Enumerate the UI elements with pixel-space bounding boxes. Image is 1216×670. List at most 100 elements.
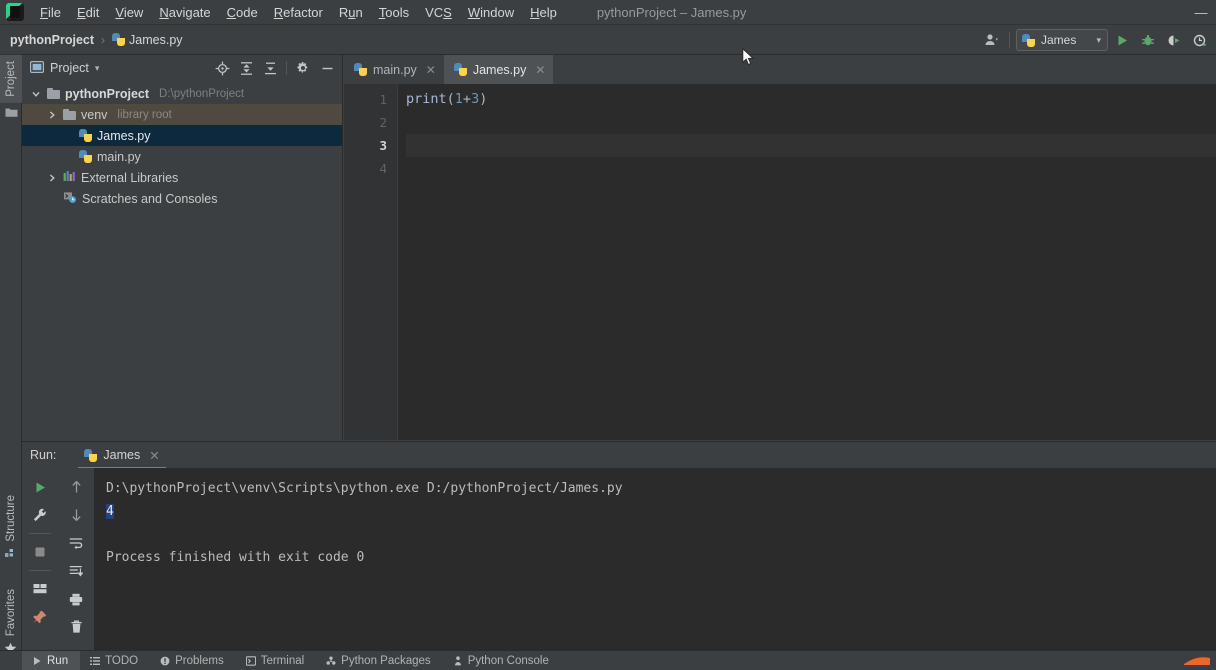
sidebar-item-project[interactable]: Project	[0, 55, 22, 103]
menu-item-tools[interactable]: Tools	[371, 2, 417, 23]
scroll-to-end-button[interactable]	[63, 558, 89, 584]
chevron-down-icon: ▾	[94, 62, 100, 73]
editor-code[interactable]: print(1+3)	[398, 84, 1216, 440]
close-icon[interactable]: ✕	[426, 63, 436, 77]
tree-node-main-py[interactable]: main.py	[22, 146, 342, 167]
close-icon[interactable]: ✕	[535, 63, 545, 77]
editor-area: main.py ✕ James.py ✕ 1234 print(1+3)	[344, 55, 1216, 440]
stop-button[interactable]	[27, 539, 53, 565]
navigation-bar: pythonProject › James.py James ▾	[0, 25, 1216, 55]
left-tool-rail: Project Structure Favorites	[0, 55, 22, 670]
arrow-up-icon[interactable]	[63, 474, 89, 500]
bottom-bar-run[interactable]: Run	[22, 651, 81, 670]
menu-item-edit[interactable]: Edit	[69, 2, 107, 23]
clear-all-button[interactable]	[63, 614, 89, 640]
run-configuration-selector[interactable]: James ▾	[1016, 29, 1108, 51]
code-line[interactable]	[406, 157, 1216, 180]
scratches-icon	[63, 191, 77, 207]
run-config-label: James	[1041, 33, 1077, 47]
python-file-icon	[354, 63, 367, 76]
editor-tab-James-py[interactable]: James.py ✕	[443, 55, 554, 84]
code-line[interactable]	[406, 134, 1216, 157]
menu-item-view[interactable]: View	[107, 2, 151, 23]
hide-panel-icon[interactable]	[316, 58, 338, 78]
menu-item-code[interactable]: Code	[219, 2, 266, 23]
folder-icon	[47, 88, 60, 99]
code-line[interactable]: print(1+3)	[406, 88, 1216, 111]
code-line[interactable]	[406, 111, 1216, 134]
structure-icon	[5, 546, 17, 560]
status-tool-bar: Run TODO Problems Terminal Python Packages Py…	[0, 650, 1216, 670]
sidebar-item-structure[interactable]: Structure	[0, 489, 22, 548]
menu-bar: File Edit View Navigate Code Refactor Run Tools…	[0, 0, 1216, 25]
problems-icon	[160, 656, 170, 666]
terminal-icon	[245, 655, 256, 666]
tree-node-scratches-and-consoles[interactable]: Scratches and Consoles	[22, 188, 342, 209]
tree-node-pythonproject[interactable]: pythonProject D:\pythonProject	[22, 83, 342, 104]
arrow-down-icon[interactable]	[63, 502, 89, 528]
editor-tab-bar: main.py ✕ James.py ✕	[344, 55, 1216, 84]
menu-item-help[interactable]: Help	[522, 2, 565, 23]
bottom-bar-label: Problems	[175, 654, 224, 667]
collapse-all-icon[interactable]	[235, 58, 257, 78]
todo-icon	[90, 656, 101, 666]
profile-button[interactable]	[1188, 29, 1212, 51]
pycharm-logo-icon	[6, 3, 24, 21]
project-panel-header: Project ▾	[22, 55, 342, 81]
rerun-button[interactable]	[27, 474, 53, 500]
menu-item-refactor[interactable]: Refactor	[266, 2, 331, 23]
run-tab-james[interactable]: James ✕	[78, 442, 167, 469]
run-button[interactable]	[1110, 29, 1134, 51]
print-button[interactable]	[63, 586, 89, 612]
python-file-icon	[112, 33, 126, 46]
tree-node-external-libraries[interactable]: External Libraries	[22, 167, 342, 188]
breadcrumb-project[interactable]: pythonProject	[10, 33, 94, 47]
menu-item-run[interactable]: Run	[331, 2, 371, 23]
bottom-bar-python-console[interactable]: Python Console	[443, 651, 561, 670]
breadcrumb-separator: ›	[101, 32, 106, 47]
code-token: (	[446, 91, 455, 107]
chevron-right-icon[interactable]	[46, 172, 58, 184]
menu-item-vcs[interactable]: VCS	[417, 2, 460, 23]
user-account-icon[interactable]	[979, 29, 1003, 51]
play-icon	[32, 656, 42, 666]
project-view-icon	[30, 60, 45, 76]
editor-tab-main-py[interactable]: main.py ✕	[344, 55, 444, 84]
menu-item-window[interactable]: Window	[460, 2, 522, 23]
bottom-bar-python-packages[interactable]: Python Packages	[316, 651, 443, 670]
project-panel-title[interactable]: Project ▾	[30, 60, 100, 76]
run-coverage-button[interactable]	[1162, 29, 1186, 51]
chevron-right-icon[interactable]	[46, 109, 58, 121]
tree-node-james-py[interactable]: James.py	[22, 125, 342, 146]
packages-icon	[326, 656, 336, 666]
editor-body[interactable]: 1234 print(1+3)	[344, 84, 1216, 440]
soft-wrap-button[interactable]	[63, 530, 89, 556]
bottom-bar-todo[interactable]: TODO	[80, 651, 150, 670]
menu-item-file[interactable]: File	[32, 2, 69, 23]
close-icon[interactable]: ✕	[149, 448, 159, 463]
pin-tab-button[interactable]	[27, 604, 53, 630]
tree-node-label: venv	[81, 107, 108, 122]
run-settings-button[interactable]	[27, 502, 53, 528]
locate-file-icon[interactable]	[211, 58, 233, 78]
run-console-output[interactable]: D:\pythonProject\venv\Scripts\python.exe…	[94, 468, 1216, 650]
gear-icon[interactable]	[292, 58, 314, 78]
chevron-down-icon[interactable]	[30, 88, 42, 100]
bottom-bar-terminal[interactable]: Terminal	[236, 651, 316, 670]
bottom-bar-label: Run	[47, 654, 69, 667]
expand-all-icon[interactable]	[259, 58, 281, 78]
debug-button[interactable]	[1136, 29, 1160, 51]
bottom-bar-problems[interactable]: Problems	[150, 651, 236, 670]
tree-node-venv[interactable]: venv library root	[22, 104, 342, 125]
python-console-icon	[453, 655, 463, 666]
menu-item-navigate[interactable]: Navigate	[151, 2, 218, 23]
code-token: 1	[454, 91, 463, 107]
minimize-button[interactable]: —	[1186, 0, 1216, 25]
folder-icon[interactable]	[5, 107, 18, 121]
breadcrumb-file[interactable]: James.py	[112, 33, 183, 47]
code-token: )	[479, 91, 488, 107]
panel-toolbar-divider	[286, 61, 287, 75]
layout-button[interactable]	[27, 576, 53, 602]
python-file-icon	[453, 63, 467, 76]
sidebar-item-favorites[interactable]: Favorites	[0, 583, 22, 642]
